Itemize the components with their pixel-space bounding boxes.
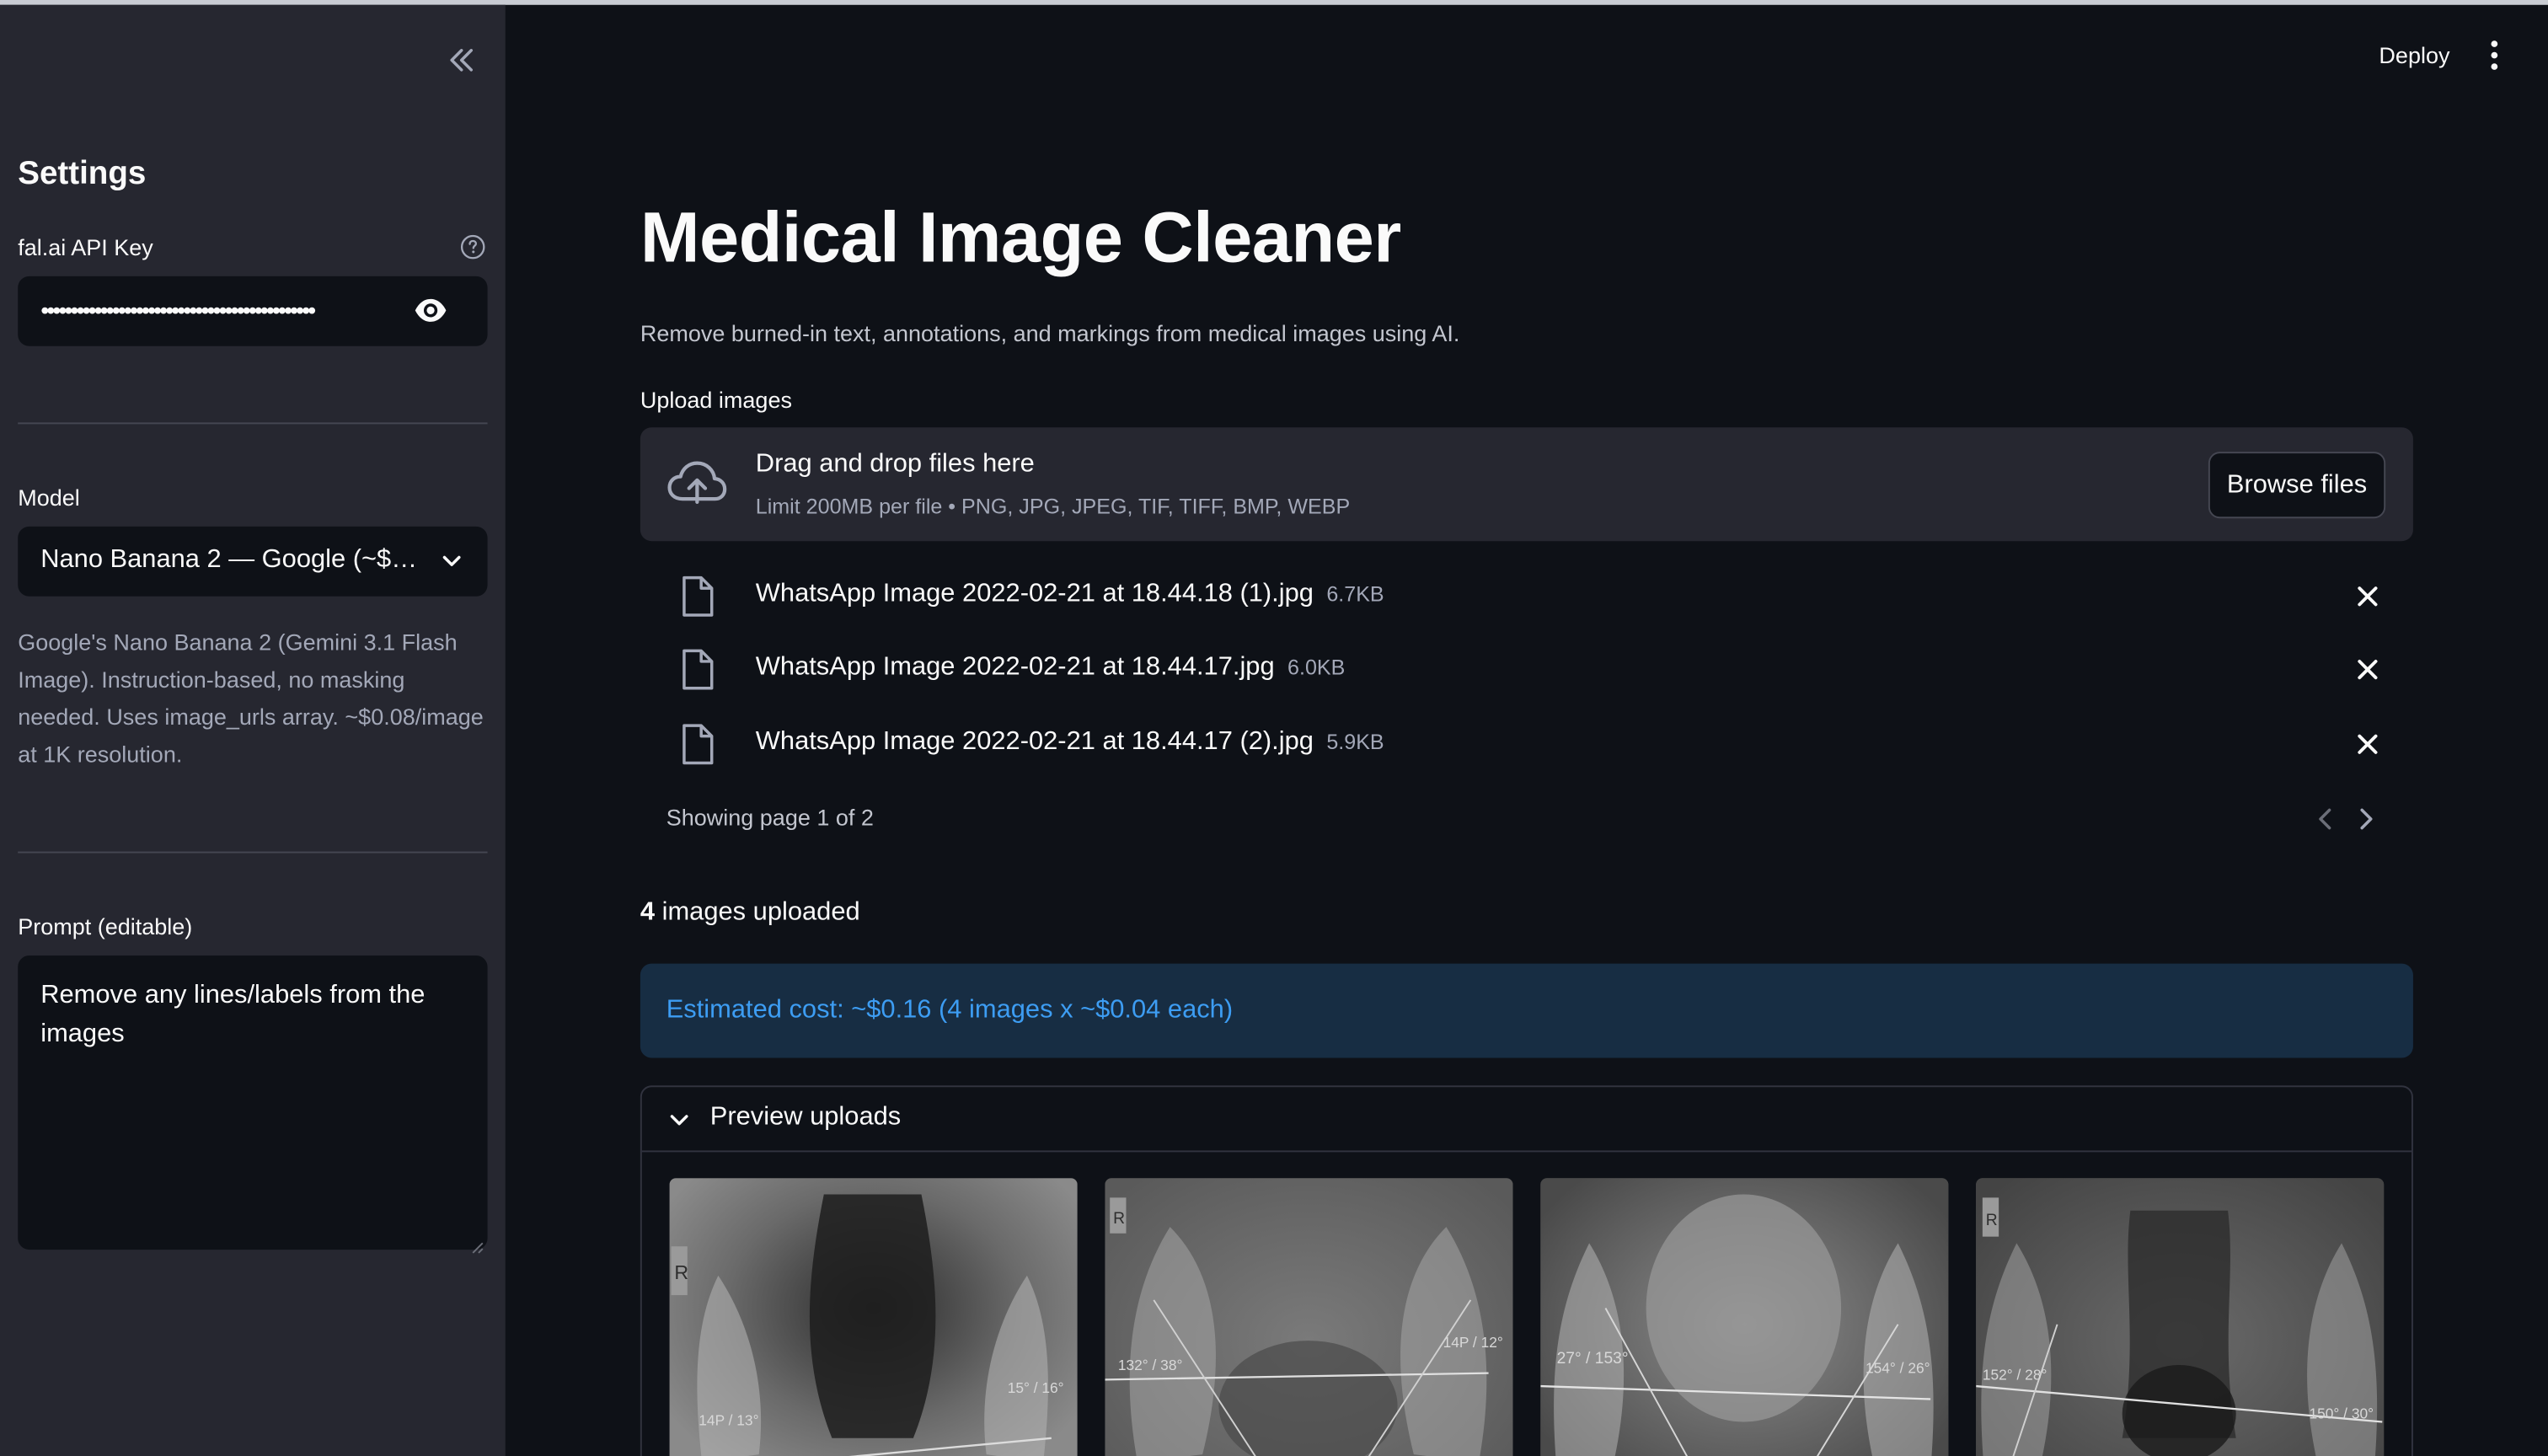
file-size: 5.9KB [1326,729,1384,754]
page-subtitle: Remove burned-in text, annotations, and … [640,319,1460,346]
preview-image: R 132° / 38° 14P / 12° [1105,1178,1513,1456]
api-key-label: fal.ai API Key [18,233,153,260]
preview-expander-label: Preview uploads [709,1103,902,1132]
help-icon[interactable] [460,234,486,260]
close-icon[interactable] [2354,656,2380,682]
preview-angle-label: 27° / 153° [1557,1350,1629,1368]
collapse-sidebar-icon[interactable] [442,40,481,79]
file-name: WhatsApp Image 2022-02-21 at 18.44.17 (2… [755,727,1314,756]
preview-angle-label: 154° / 26° [1866,1360,1930,1377]
dropzone-title: Drag and drop files here [755,450,1035,478]
chevron-down-icon [439,548,465,574]
uploaded-file-row: WhatsApp Image 2022-02-21 at 18.44.17 (2… [640,712,2413,777]
uploaded-file-row: WhatsApp Image 2022-02-21 at 18.44.18 (1… [640,564,2413,629]
cost-info-text: Estimated cost: ~$0.16 (4 images x ~$0.0… [666,996,1234,1024]
upload-count-text: images uploaded [655,898,860,927]
preview-angle-label: 132° / 38° [1118,1357,1183,1373]
model-label: Model [18,484,80,511]
preview-angle-label: 150° / 30° [2309,1405,2374,1422]
preview-image: 27° / 153° 154° / 26° [1540,1178,1949,1456]
file-dropzone[interactable]: Drag and drop files here Limit 200MB per… [640,427,2413,542]
prompt-label: Prompt (editable) [18,913,193,939]
prompt-textarea[interactable]: Remove any lines/labels from the images [18,955,488,1254]
sidebar-divider [18,851,488,854]
preview-image: R 152° / 28° 150° / 30° [1976,1178,2385,1456]
preview-expander-header[interactable]: Preview uploads [641,1087,2412,1153]
preview-angle-label: 14P / 12° [1443,1334,1503,1351]
preview-angle-label: 15° / 16° [1008,1379,1064,1396]
sidebar-divider [18,422,488,425]
file-icon [679,648,715,690]
resize-handle[interactable] [471,1234,484,1254]
preview-marker: R [674,1261,688,1283]
preview-angle-label: 14P / 13° [699,1411,758,1428]
preview-image: R 14P / 13° 15° / 16° [669,1178,1078,1456]
file-size: 6.7KB [1326,581,1384,607]
preview-marker: R [1986,1212,1998,1229]
browse-files-button[interactable]: Browse files [2208,452,2386,519]
page-title: Medical Image Cleaner [640,198,1401,278]
pagination-text: Showing page 1 of 2 [666,804,874,831]
model-select[interactable]: Nano Banana 2 — Google (~$… [18,526,488,597]
eye-icon[interactable] [413,292,448,328]
chevron-left-icon[interactable] [2312,805,2338,834]
upload-count-number: 4 [640,898,656,927]
file-icon [679,723,715,765]
file-name: WhatsApp Image 2022-02-21 at 18.44.17.jp… [755,653,1275,682]
api-key-value: ••••••••••••••••••••••••••••••••••••••••… [40,297,316,325]
file-icon [679,575,715,618]
deploy-button[interactable]: Deploy [2366,35,2463,74]
sidebar: Settings fal.ai API Key ••••••••••••••••… [0,4,506,1456]
chevron-right-icon[interactable] [2353,805,2379,834]
uploaded-file-row: WhatsApp Image 2022-02-21 at 18.44.17.jp… [640,637,2413,702]
close-icon[interactable] [2354,731,2380,757]
api-key-input[interactable]: ••••••••••••••••••••••••••••••••••••••••… [18,276,488,346]
more-vertical-icon[interactable] [2478,35,2511,74]
preview-angle-label: 152° / 28° [1983,1366,2048,1383]
sidebar-title: Settings [18,156,147,192]
upload-count: 4 images uploaded [640,898,860,928]
chevron-down-icon [666,1106,693,1132]
preview-marker: R [1113,1210,1125,1228]
model-description: Google's Nano Banana 2 (Gemini 3.1 Flash… [18,629,484,768]
dropzone-limit: Limit 200MB per file • PNG, JPG, JPEG, T… [755,494,1351,519]
cloud-upload-icon [666,458,728,511]
model-selected-value: Nano Banana 2 — Google (~$… [40,545,418,574]
close-icon[interactable] [2354,583,2380,609]
cost-info-box: Estimated cost: ~$0.16 (4 images x ~$0.0… [640,963,2413,1058]
upload-label: Upload images [640,386,792,413]
file-name: WhatsApp Image 2022-02-21 at 18.44.18 (1… [755,580,1314,608]
prompt-value: Remove any lines/labels from the images [40,981,426,1048]
file-size: 6.0KB [1287,655,1346,680]
